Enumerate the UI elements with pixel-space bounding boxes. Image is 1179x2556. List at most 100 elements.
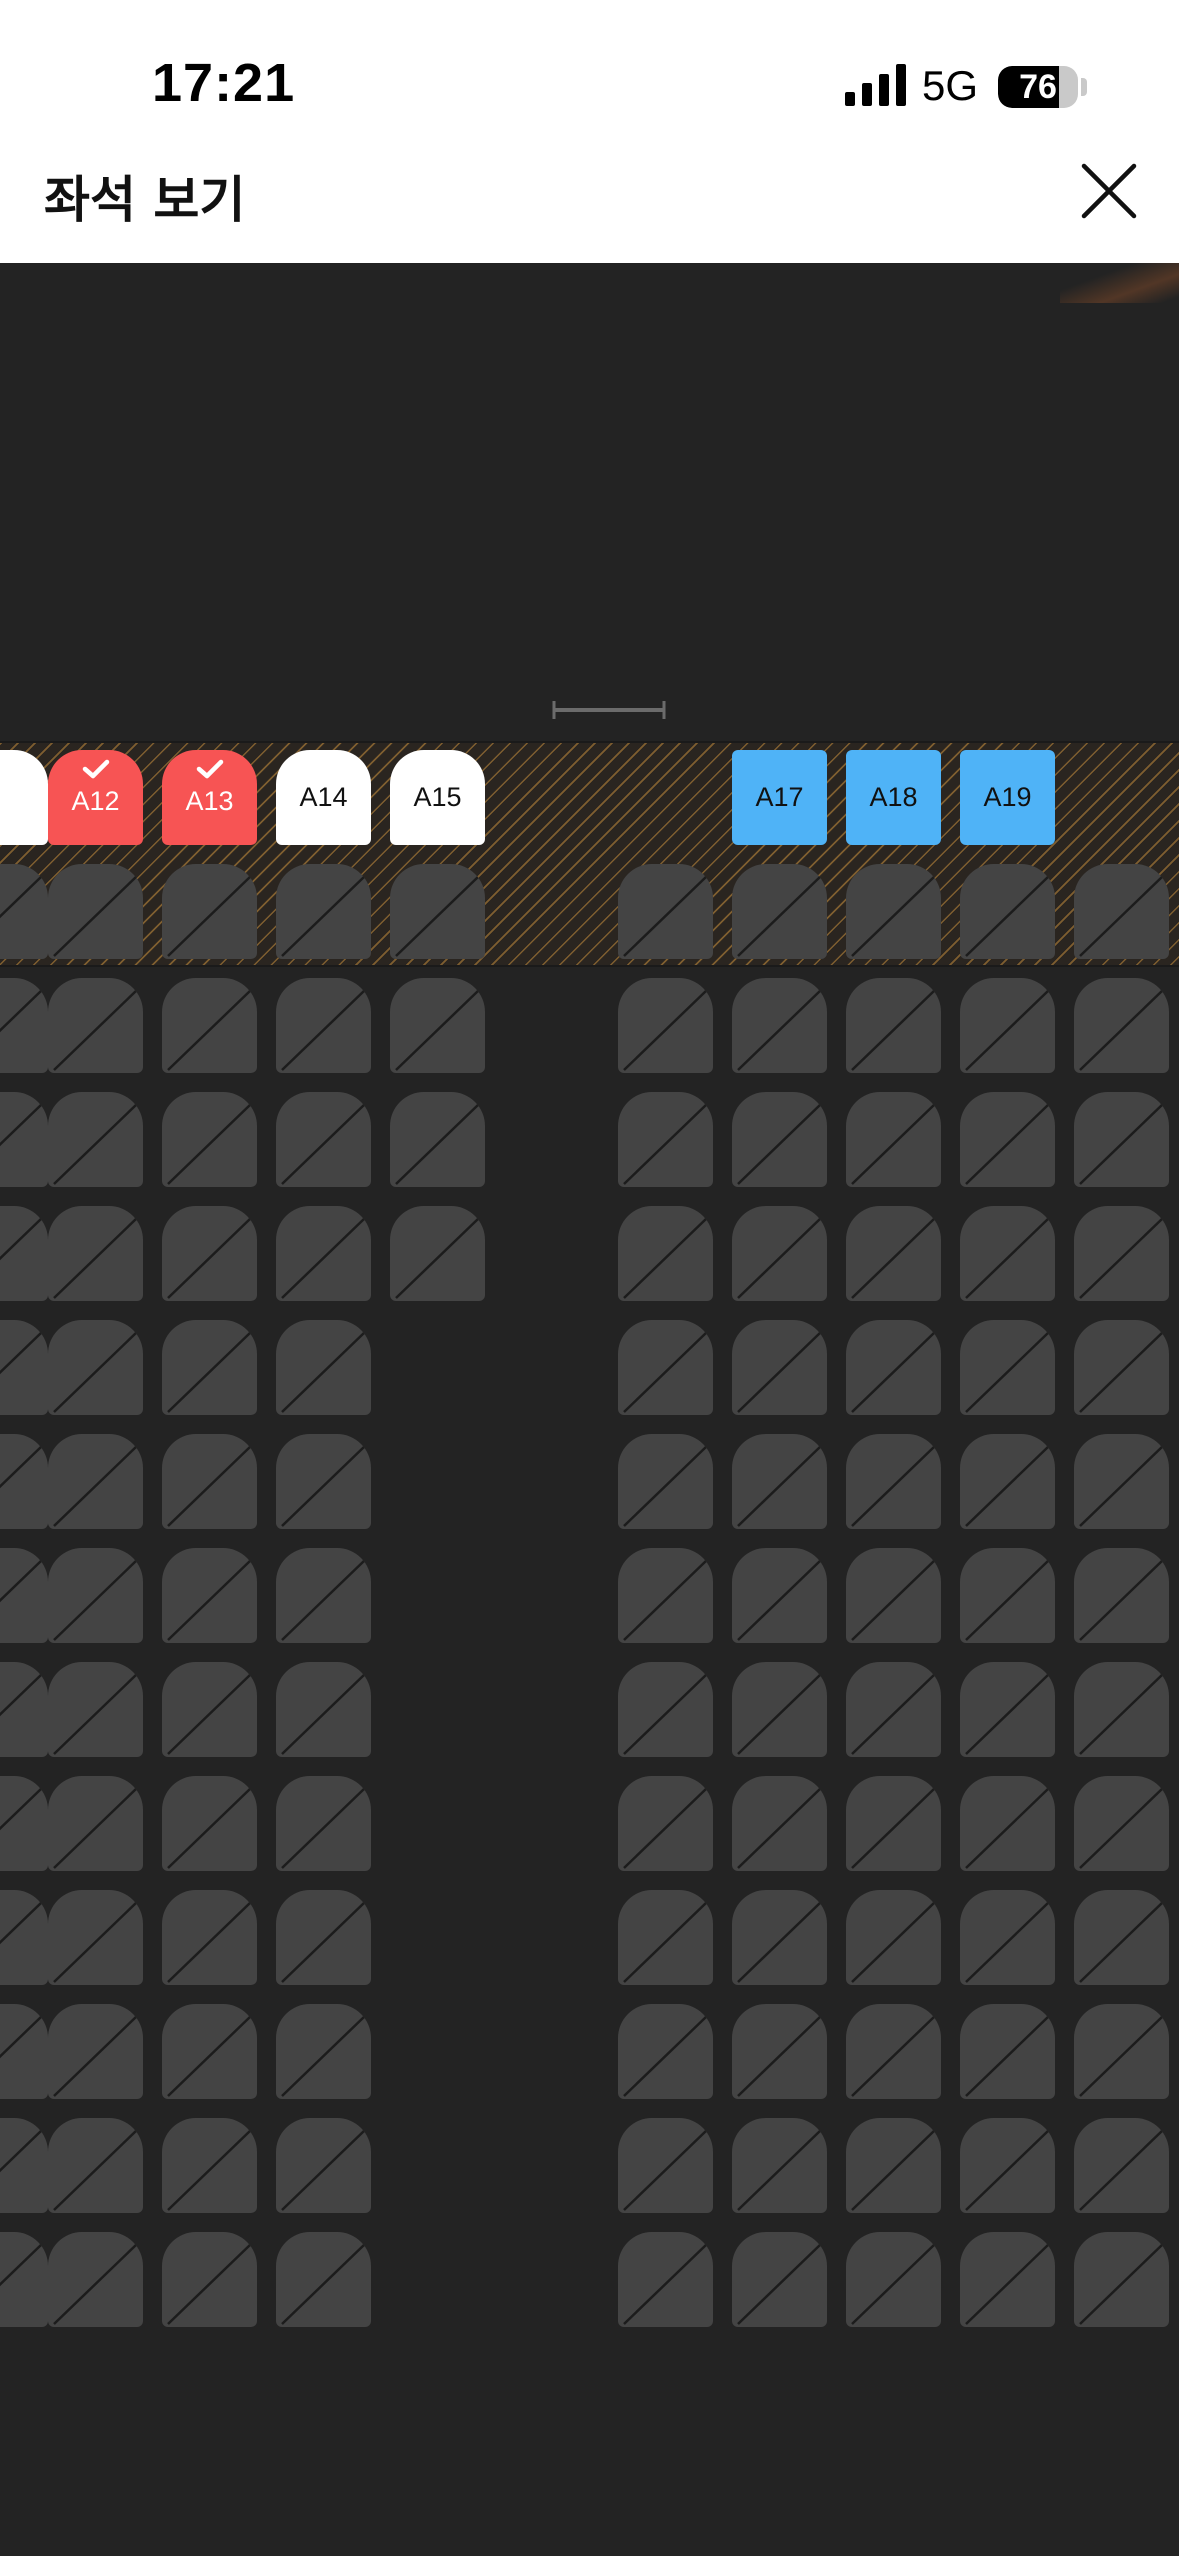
sold-slash-icon xyxy=(281,1901,366,1983)
seat-special-a18[interactable]: A18 xyxy=(846,750,941,845)
sold-slash-icon xyxy=(965,2015,1050,2097)
seat-unavailable xyxy=(0,1434,48,1529)
seat-unavailable xyxy=(390,864,485,959)
sold-slash-icon xyxy=(53,2129,138,2211)
sold-slash-icon xyxy=(1079,1445,1164,1527)
network-type: 5G xyxy=(922,62,979,109)
seat-unavailable xyxy=(276,864,371,959)
seat-unavailable xyxy=(0,1092,48,1187)
seat-unavailable xyxy=(1074,1548,1169,1643)
sold-slash-icon xyxy=(281,989,366,1071)
sold-slash-icon xyxy=(851,1559,936,1641)
seat-unavailable xyxy=(732,1548,827,1643)
seat-unavailable xyxy=(276,1320,371,1415)
seat-special-a19[interactable]: A19 xyxy=(960,750,1055,845)
seat-unavailable xyxy=(162,1206,257,1301)
seat-unavailable xyxy=(0,1662,48,1757)
sold-slash-icon xyxy=(737,989,822,1071)
sold-slash-icon xyxy=(1079,1103,1164,1185)
seat-unavailable xyxy=(960,1548,1055,1643)
sold-slash-icon xyxy=(851,1217,936,1299)
seat-selected-a12[interactable]: A12 xyxy=(48,750,143,845)
seat-unavailable xyxy=(276,1662,371,1757)
status-time: 17:21 xyxy=(152,53,296,113)
seat-unavailable xyxy=(618,1092,713,1187)
sold-slash-icon xyxy=(281,1673,366,1755)
seat-unavailable xyxy=(276,2232,371,2327)
seat-unavailable xyxy=(960,2232,1055,2327)
seat-unavailable xyxy=(732,1662,827,1757)
sold-slash-icon xyxy=(623,1445,708,1527)
seat-unavailable xyxy=(618,2004,713,2099)
sold-slash-icon xyxy=(53,1331,138,1413)
sold-slash-icon xyxy=(737,1559,822,1641)
sold-slash-icon xyxy=(53,1559,138,1641)
seat-unavailable xyxy=(0,1548,48,1643)
sold-slash-icon xyxy=(851,1445,936,1527)
seat-label: A14 xyxy=(299,782,348,812)
sold-slash-icon xyxy=(737,1103,822,1185)
sold-slash-icon xyxy=(0,989,43,1033)
seat-unavailable xyxy=(960,2118,1055,2213)
seat-map[interactable]: A12 A13 A14 A15 A17 A18 A19 xyxy=(0,263,1179,2556)
seat-unavailable xyxy=(48,2232,143,2327)
seat-unavailable xyxy=(846,1776,941,1871)
sold-slash-icon xyxy=(623,1787,708,1869)
seat-special-a17[interactable]: A17 xyxy=(732,750,827,845)
seat-available-a14[interactable]: A14 xyxy=(276,750,371,845)
battery-percent: 76 xyxy=(1019,68,1057,106)
sold-slash-icon xyxy=(965,875,1050,957)
seat-unavailable xyxy=(618,1548,713,1643)
sold-slash-icon xyxy=(1079,1331,1164,1413)
top-bar: 17:21 5G 76 좌석 보기 xyxy=(0,0,1179,263)
sold-slash-icon xyxy=(0,2015,43,2059)
seat-unavailable xyxy=(1074,1320,1169,1415)
sold-slash-icon xyxy=(737,1331,822,1413)
seat-available-a15[interactable]: A15 xyxy=(390,750,485,845)
sold-slash-icon xyxy=(623,2129,708,2211)
sold-slash-icon xyxy=(0,1787,43,1831)
seat-unavailable xyxy=(390,978,485,1073)
seat-unavailable xyxy=(1074,1776,1169,1871)
sold-slash-icon xyxy=(167,1217,252,1299)
seat-unavailable xyxy=(1074,2232,1169,2327)
seat-unavailable xyxy=(276,1206,371,1301)
sold-slash-icon xyxy=(737,1901,822,1983)
sold-slash-icon xyxy=(0,1673,43,1717)
sold-slash-icon xyxy=(851,875,936,957)
seat-unavailable xyxy=(618,978,713,1073)
sold-slash-icon xyxy=(737,2129,822,2211)
seat-unavailable xyxy=(48,1434,143,1529)
seat-unavailable xyxy=(1074,864,1169,959)
seat-unavailable xyxy=(846,1662,941,1757)
seat-unavailable xyxy=(1074,1206,1169,1301)
seat-unavailable xyxy=(162,1662,257,1757)
sold-slash-icon xyxy=(281,1331,366,1413)
seat-unavailable xyxy=(0,864,48,959)
sold-slash-icon xyxy=(281,1445,366,1527)
sold-slash-icon xyxy=(395,989,480,1071)
seat-unavailable xyxy=(732,1776,827,1871)
close-icon[interactable] xyxy=(1078,160,1140,222)
seat-selected-a13[interactable]: A13 xyxy=(162,750,257,845)
sold-slash-icon xyxy=(0,1445,43,1489)
seat-unavailable xyxy=(162,1548,257,1643)
sold-slash-icon xyxy=(167,2015,252,2097)
sold-slash-icon xyxy=(1079,1901,1164,1983)
seat-unavailable xyxy=(48,1890,143,1985)
sold-slash-icon xyxy=(623,2243,708,2325)
sold-slash-icon xyxy=(0,1901,43,1945)
seat-unavailable xyxy=(732,1206,827,1301)
seat-unavailable xyxy=(276,1890,371,1985)
sold-slash-icon xyxy=(965,2243,1050,2325)
sold-slash-icon xyxy=(281,1103,366,1185)
sold-slash-icon xyxy=(53,1673,138,1755)
seat-unavailable xyxy=(48,864,143,959)
seat-unavailable xyxy=(732,2232,827,2327)
sold-slash-icon xyxy=(0,1217,43,1261)
seat-unavailable xyxy=(960,1206,1055,1301)
seat-available-partial[interactable] xyxy=(0,750,48,845)
seat-unavailable xyxy=(162,1776,257,1871)
seat-unavailable xyxy=(0,1206,48,1301)
sold-slash-icon xyxy=(851,1331,936,1413)
